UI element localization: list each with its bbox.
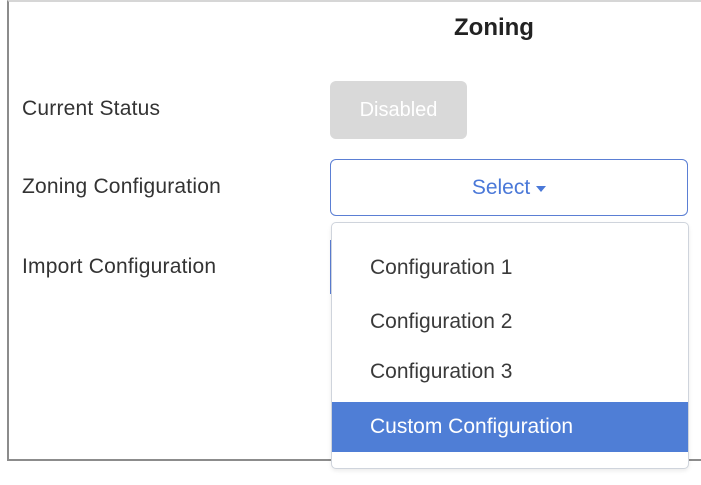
dropdown-item-configuration-1[interactable]: Configuration 1 (332, 243, 688, 293)
page-title: Zoning (454, 14, 534, 41)
zoning-configuration-select[interactable]: Select (330, 159, 688, 216)
caret-down-icon (536, 185, 547, 192)
dropdown-item-custom-configuration[interactable]: Custom Configuration (332, 402, 688, 452)
dropdown-item-configuration-2[interactable]: Configuration 2 (332, 297, 688, 347)
zoning-configuration-dropdown: Configuration 1 Configuration 2 Configur… (331, 222, 689, 469)
select-label: Select (471, 175, 531, 199)
current-status-label: Current Status (22, 97, 161, 120)
zoning-configuration-label: Zoning Configuration (22, 175, 221, 198)
dropdown-item-configuration-3[interactable]: Configuration 3 (332, 347, 688, 397)
status-badge: Disabled (330, 81, 467, 139)
import-configuration-label: Import Configuration (22, 255, 217, 278)
